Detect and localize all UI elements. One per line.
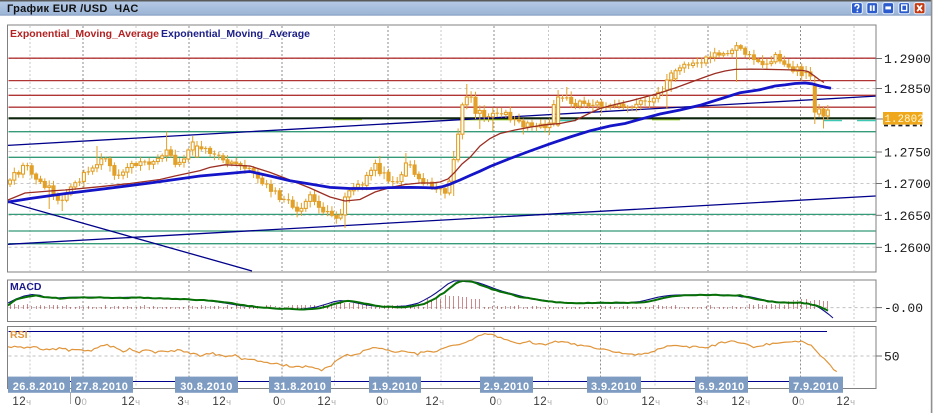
- svg-text:00: 00: [596, 396, 609, 408]
- svg-text:00: 00: [490, 396, 503, 408]
- svg-text:7.9.2010: 7.9.2010: [793, 381, 839, 393]
- svg-text:1.2850: 1.2850: [884, 82, 931, 97]
- svg-text:31.8.2010: 31.8.2010: [274, 381, 327, 393]
- svg-text:3ч: 3ч: [177, 396, 189, 408]
- svg-text:27.8.2010: 27.8.2010: [76, 381, 129, 393]
- svg-text:1.2600: 1.2600: [884, 241, 931, 256]
- svg-text:12ч: 12ч: [121, 396, 140, 408]
- svg-text:Exponential_Moving_Average: Exponential_Moving_Average: [10, 28, 159, 40]
- svg-text:Exponential_Moving_Average: Exponential_Moving_Average: [161, 28, 310, 40]
- svg-text:2.9.2010: 2.9.2010: [483, 381, 529, 393]
- svg-text:3ч: 3ч: [696, 396, 708, 408]
- svg-text:26.8.2010: 26.8.2010: [13, 381, 66, 393]
- svg-text:12ч: 12ч: [641, 396, 660, 408]
- svg-text:00: 00: [273, 396, 286, 408]
- svg-text:1.2802: 1.2802: [885, 114, 924, 126]
- svg-text:-0.00: -0.00: [884, 301, 923, 316]
- svg-text:00: 00: [376, 396, 389, 408]
- svg-text:RSI: RSI: [10, 329, 28, 341]
- svg-text:12ч: 12ч: [533, 396, 552, 408]
- svg-text:MACD: MACD: [10, 281, 42, 293]
- svg-text:1.2900: 1.2900: [884, 52, 931, 67]
- svg-text:6.9.2010: 6.9.2010: [698, 381, 744, 393]
- svg-text:00: 00: [792, 396, 805, 408]
- svg-text:12ч: 12ч: [12, 396, 31, 408]
- svg-text:1.2750: 1.2750: [884, 146, 931, 161]
- svg-text:50: 50: [884, 350, 900, 365]
- svg-text:График EUR /USD ЧАС: График EUR /USD ЧАС: [7, 3, 139, 15]
- svg-text:12ч: 12ч: [212, 396, 231, 408]
- svg-text:3.9.2010: 3.9.2010: [591, 381, 637, 393]
- svg-text:12ч: 12ч: [317, 396, 336, 408]
- svg-text:12ч: 12ч: [425, 396, 444, 408]
- svg-text:30.8.2010: 30.8.2010: [180, 381, 233, 393]
- svg-text:1.9.2010: 1.9.2010: [372, 381, 418, 393]
- svg-text:12ч: 12ч: [836, 396, 855, 408]
- svg-text:12ч: 12ч: [731, 396, 750, 408]
- svg-text:00: 00: [75, 396, 88, 408]
- svg-text:1.2650: 1.2650: [884, 209, 931, 224]
- svg-text:1.2700: 1.2700: [884, 177, 931, 192]
